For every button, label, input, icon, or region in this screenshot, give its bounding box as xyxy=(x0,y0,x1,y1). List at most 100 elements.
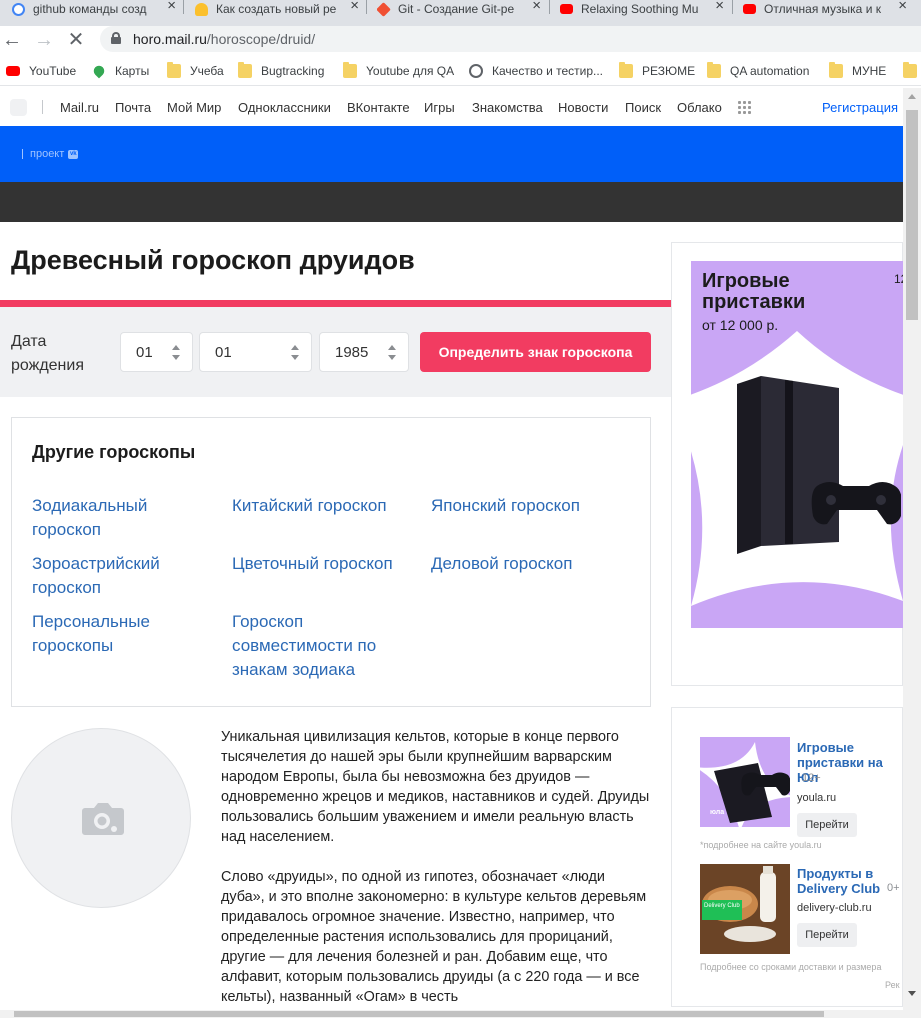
folder-icon xyxy=(238,62,252,78)
select-arrows-icon xyxy=(172,345,180,361)
scroll-up-arrow-icon[interactable] xyxy=(908,94,916,99)
youla-logo: юла xyxy=(710,809,725,816)
ad-age-badge: 12 xyxy=(894,272,903,286)
portal-link-myworld[interactable]: Мой Мир xyxy=(167,100,221,115)
portal-link-vk[interactable]: ВКонтакте xyxy=(347,100,410,115)
bookmark-folder[interactable]: Bugtracking xyxy=(238,62,325,79)
close-tab-icon[interactable]: × xyxy=(167,0,176,13)
register-link[interactable]: Регистрация xyxy=(822,100,898,115)
portal-link-mailru[interactable]: Mail.ru xyxy=(60,100,99,115)
close-tab-icon[interactable]: × xyxy=(898,0,907,13)
bookmark-label: РЕЗЮМЕ xyxy=(642,64,696,78)
tab-divider xyxy=(549,0,550,14)
folder-icon xyxy=(829,62,843,78)
link-chinese[interactable]: Китайский гороскоп xyxy=(232,494,412,518)
bookmark-youtube[interactable]: YouTube xyxy=(6,63,76,79)
ad-disclaimer: *подробнее на сайте youla.ru xyxy=(700,840,822,850)
bookmark-label: YouTube xyxy=(29,64,77,78)
bookmark-label: Youtube для QA xyxy=(366,64,455,78)
git-icon xyxy=(377,1,391,17)
browser-tab[interactable]: github команды созд × xyxy=(12,0,180,18)
tab-title: Relaxing Soothing Mu xyxy=(581,2,699,16)
folder-icon xyxy=(167,62,181,78)
bookmarks-bar: YouTube Карты Учеба Bugtracking Youtube … xyxy=(0,58,921,86)
bookmark-folder[interactable]: РЕЗЮМЕ xyxy=(619,62,696,79)
url-host: horo.mail.ru xyxy=(133,31,207,47)
portal-link-games[interactable]: Игры xyxy=(424,100,455,115)
link-zodiac[interactable]: Зодиакальный гороскоп xyxy=(32,494,212,542)
stop-loading-icon[interactable]: ✕ xyxy=(64,28,88,52)
ad-title-delivery[interactable]: Продукты в Delivery Club xyxy=(797,866,887,896)
ad-age: 12+ xyxy=(802,772,821,784)
portal-link-search[interactable]: Поиск xyxy=(625,100,661,115)
portal-link-cloud[interactable]: Облако xyxy=(677,100,722,115)
link-compatibility[interactable]: Гороскоп совместимости по знакам зодиака xyxy=(232,610,392,682)
back-arrow-icon[interactable]: ← xyxy=(0,28,24,52)
bookmark-label: Bugtracking xyxy=(261,64,325,78)
browser-tab[interactable]: Как создать новый ре × xyxy=(195,0,363,18)
browser-tab[interactable]: Relaxing Soothing Mu × xyxy=(560,0,728,18)
close-tab-icon[interactable]: × xyxy=(715,0,724,13)
link-business[interactable]: Деловой гороскоп xyxy=(431,552,611,576)
link-flower[interactable]: Цветочный гороскоп xyxy=(232,552,412,576)
close-tab-icon[interactable]: × xyxy=(532,0,541,13)
bookmark-folder[interactable]: QA automation xyxy=(707,62,809,79)
ad-thumbnail-delivery[interactable]: Delivery Club xyxy=(700,864,790,954)
tab-divider xyxy=(183,0,184,14)
link-japanese[interactable]: Японский гороскоп xyxy=(431,494,611,518)
article-text: Уникальная цивилизация кельтов, которые … xyxy=(221,727,651,1027)
scrollbar-thumb[interactable] xyxy=(14,1011,824,1017)
lightbulb-icon xyxy=(195,2,208,16)
link-zoroastrian[interactable]: Зороастрийский гороскоп xyxy=(32,552,212,600)
tab-divider xyxy=(366,0,367,14)
scroll-down-arrow-icon[interactable] xyxy=(908,991,916,996)
horizontal-scrollbar[interactable] xyxy=(0,1010,903,1018)
scrollbar-thumb[interactable] xyxy=(906,110,918,320)
map-pin-icon xyxy=(91,63,107,79)
bookmark-site[interactable]: Качество и тестир... xyxy=(469,63,603,79)
project-label[interactable]: проект vk xyxy=(22,148,79,160)
bookmark-folder[interactable]: МУНЕ xyxy=(829,62,887,79)
month-select[interactable]: 01 xyxy=(199,332,312,372)
folder-icon xyxy=(903,62,917,78)
other-horoscopes-card: Другие гороскопы Зодиакальный гороскоп К… xyxy=(11,417,651,707)
year-value: 1985 xyxy=(335,344,369,361)
portal-link-news[interactable]: Новости xyxy=(558,100,608,115)
ad-banner-consoles[interactable]: Игровые приставки от 12 000 р. 12 xyxy=(691,261,903,628)
determine-sign-button[interactable]: Определить знак гороскопа xyxy=(420,332,651,372)
bookmark-label: МУНЕ xyxy=(852,64,887,78)
section-nav-bar xyxy=(0,182,903,222)
forward-arrow-icon[interactable]: → xyxy=(32,28,56,52)
bookmark-folder[interactable]: Учеба xyxy=(167,62,224,79)
url-path: /horoscope/druid/ xyxy=(206,31,316,47)
apps-grid-icon[interactable] xyxy=(738,101,752,115)
page-title: Древесный гороскоп друидов xyxy=(11,245,415,275)
browser-tab[interactable]: Отличная музыка и к × xyxy=(743,0,911,18)
other-horoscopes-heading: Другие гороскопы xyxy=(32,442,196,462)
ad-banner-title: Игровые приставки xyxy=(702,270,806,313)
ad-go-button[interactable]: Перейти xyxy=(797,923,857,947)
ad-go-button[interactable]: Перейти xyxy=(797,813,857,837)
tab-title: Git - Создание Git-ре xyxy=(398,2,515,16)
bookmark-folder[interactable] xyxy=(903,62,921,79)
mailru-logo[interactable] xyxy=(10,99,27,116)
vertical-scrollbar[interactable] xyxy=(903,88,921,1018)
portal-link-ok[interactable]: Одноклассники xyxy=(238,100,331,115)
portal-link-mail[interactable]: Почта xyxy=(115,100,151,115)
link-personal[interactable]: Персональные гороскопы xyxy=(32,610,212,658)
browser-tab[interactable]: Git - Создание Git-ре × xyxy=(377,0,545,18)
close-tab-icon[interactable]: × xyxy=(350,0,359,13)
address-bar[interactable]: horo.mail.ru/horoscope/druid/ xyxy=(100,26,921,52)
bookmark-maps[interactable]: Карты xyxy=(91,63,150,79)
month-value: 01 xyxy=(215,344,232,361)
bookmark-label: Карты xyxy=(115,64,150,78)
ad-thumbnail-youla[interactable]: юла xyxy=(700,737,790,827)
year-select[interactable]: 1985 xyxy=(319,332,409,372)
bookmark-folder[interactable]: Youtube для QA xyxy=(343,62,455,79)
browser-toolbar: ← → ✕ horo.mail.ru/horoscope/druid/ xyxy=(0,26,921,54)
tab-title: Как создать новый ре xyxy=(216,2,337,16)
folder-icon xyxy=(619,62,633,78)
select-arrows-icon xyxy=(291,345,299,361)
day-select[interactable]: 01 xyxy=(120,332,193,372)
portal-link-dating[interactable]: Знакомства xyxy=(472,100,543,115)
